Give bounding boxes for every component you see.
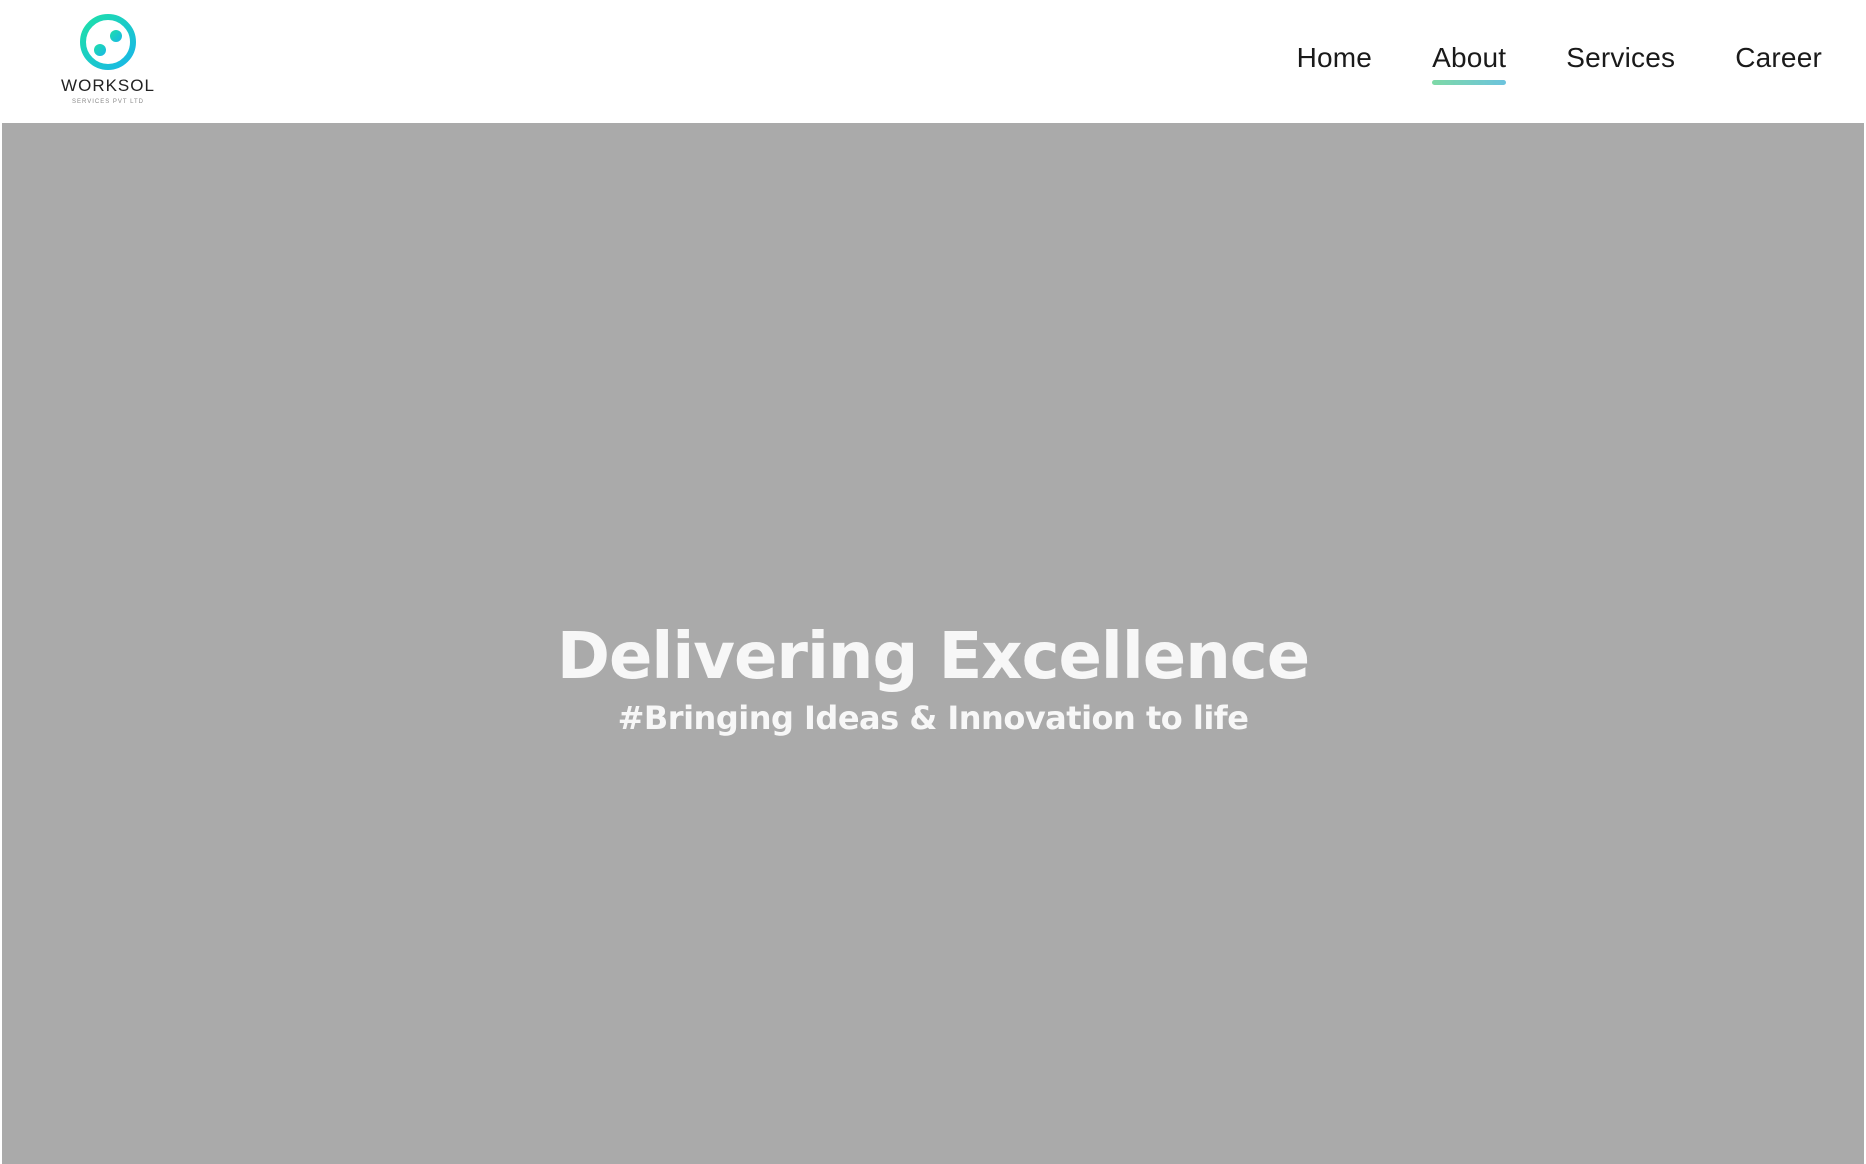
logo-tagline: SERVICES PVT LTD	[72, 99, 144, 105]
hero-title: Delivering Excellence	[556, 620, 1310, 694]
page: WORKSOL SERVICES PVT LTD Home About Serv…	[0, 0, 1866, 1164]
brand-logo[interactable]: WORKSOL SERVICES PVT LTD	[48, 12, 168, 108]
nav-career-link[interactable]: Career	[1735, 38, 1822, 78]
hero-banner: Delivering Excellence #Bringing Ideas & …	[2, 123, 1864, 1164]
hero-subtitle: #Bringing Ideas & Innovation to life	[617, 699, 1249, 737]
nav-home-link[interactable]: Home	[1297, 38, 1373, 78]
nav-services-link[interactable]: Services	[1566, 38, 1675, 78]
nav-about-link[interactable]: About	[1432, 38, 1507, 85]
logo-mark-icon: WORKSOL SERVICES PVT LTD	[61, 14, 155, 105]
logo-wordmark: WORKSOL	[61, 76, 155, 95]
main-nav: Home About Services Career	[1237, 38, 1822, 85]
site-header: WORKSOL SERVICES PVT LTD Home About Serv…	[0, 0, 1866, 123]
